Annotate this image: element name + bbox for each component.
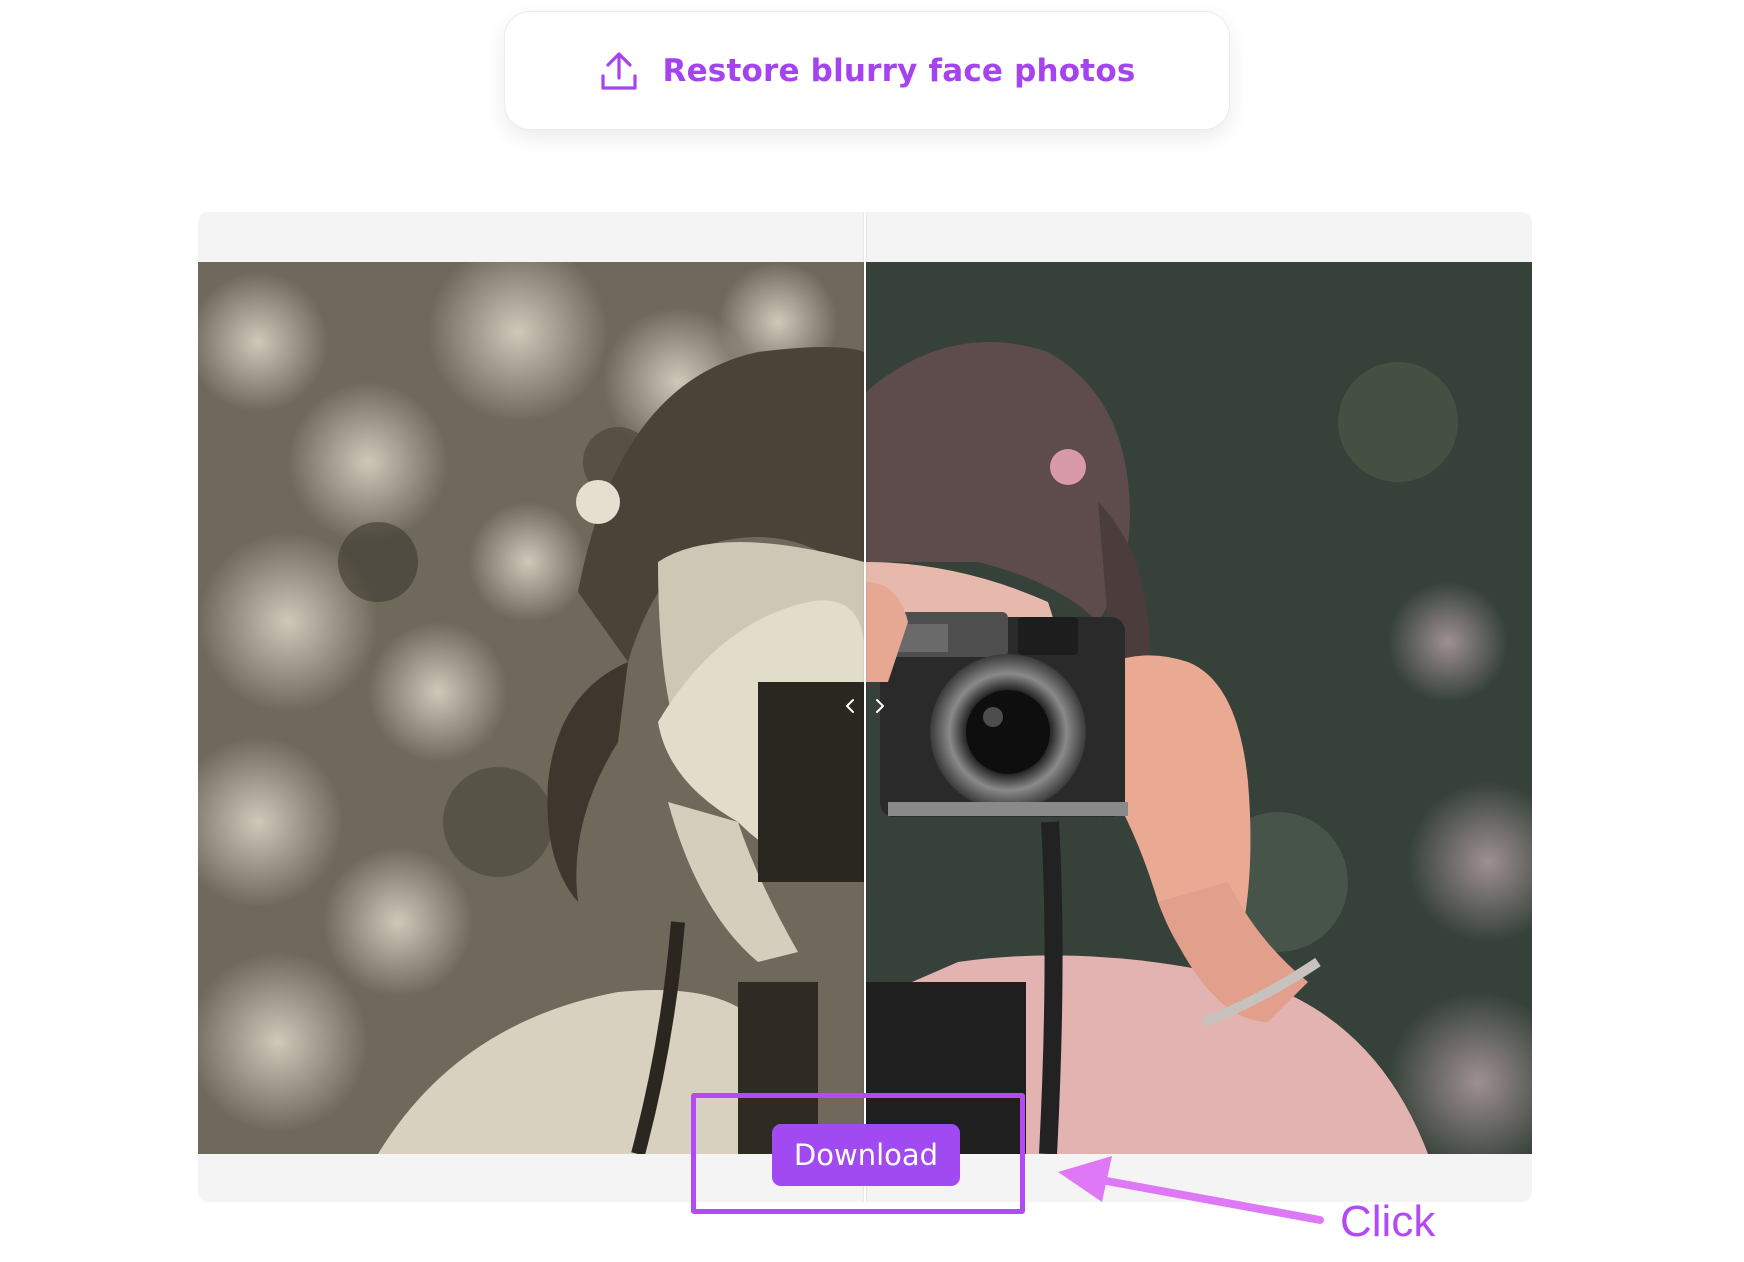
download-button[interactable]: Download	[772, 1124, 960, 1186]
annotation-label: Click	[1340, 1197, 1436, 1246]
upload-icon	[600, 51, 637, 90]
comparison-divider[interactable]	[864, 212, 866, 1202]
upload-button[interactable]: Restore blurry face photos	[504, 11, 1230, 130]
before-after-comparison	[198, 212, 1532, 1202]
chevron-right-icon[interactable]	[873, 696, 887, 716]
upload-label: Restore blurry face photos	[662, 52, 1136, 89]
before-photo	[198, 262, 864, 1154]
arrow-icon	[1058, 1156, 1324, 1224]
after-photo	[866, 262, 1532, 1154]
chevron-left-icon[interactable]	[843, 696, 857, 716]
